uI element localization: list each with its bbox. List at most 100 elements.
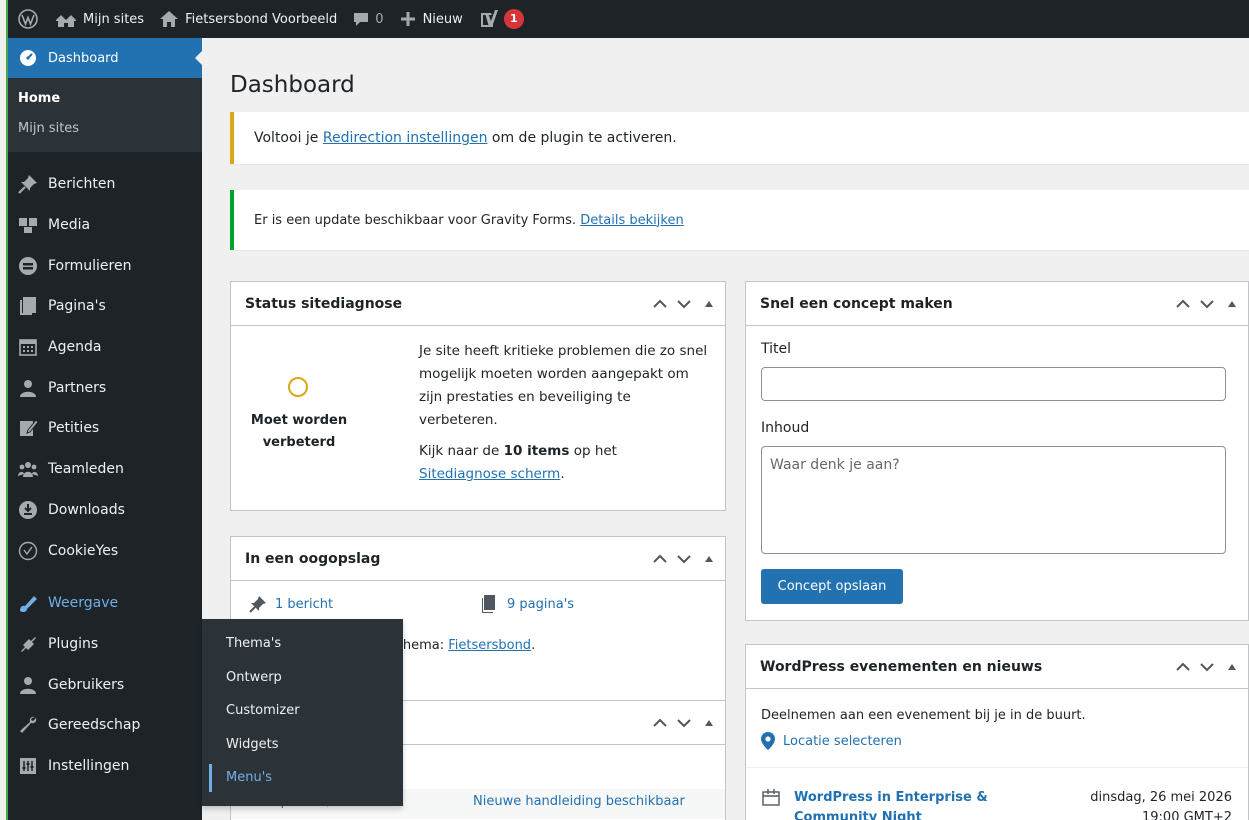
widget-title: Snel een concept maken [760, 295, 953, 312]
user-icon [18, 378, 38, 398]
move-down-icon[interactable] [1200, 299, 1214, 309]
flyout-item-menus[interactable]: Menu's [202, 761, 403, 795]
admin-bar: Mijn sites Fietsersbond Voorbeeld 0 Nieu… [8, 0, 1249, 38]
move-down-icon[interactable] [677, 299, 691, 309]
pages-count-link[interactable]: 9 pagina's [507, 597, 574, 612]
sidebar-item-label: Petities [48, 420, 100, 437]
plus-icon [400, 12, 415, 26]
settings-icon [18, 756, 38, 776]
sidebar-item-label: Formulieren [48, 257, 132, 274]
toggle-panel-icon[interactable] [705, 719, 713, 726]
events-intro: Deelnemen aan een evenement bij je in de… [761, 708, 1086, 723]
redirection-settings-link[interactable]: Redirection instellingen [323, 130, 488, 146]
sidebar-item-label: Pagina's [48, 298, 106, 315]
submenu-home[interactable]: Home [8, 84, 202, 114]
activity-link[interactable]: Nieuwe handleiding beschikbaar [473, 794, 685, 809]
sidebar-item-label: Agenda [48, 339, 102, 356]
my-sites-label: Mijn sites [83, 11, 145, 27]
sidebar-item-plugins[interactable]: Plugins [8, 624, 202, 665]
move-up-icon[interactable] [653, 554, 667, 564]
site-name-menu[interactable]: Fietsersbond Voorbeeld [152, 0, 345, 38]
sidebar-item-formulieren[interactable]: Formulieren [8, 245, 202, 286]
submenu-my-sites[interactable]: Mijn sites [8, 114, 202, 144]
page-title: Dashboard [230, 72, 355, 98]
sidebar-item-dashboard[interactable]: Dashboard [8, 38, 203, 78]
move-up-icon[interactable] [653, 299, 667, 309]
move-up-icon[interactable] [1176, 299, 1190, 309]
new-content-menu[interactable]: Nieuw [392, 0, 471, 38]
sidebar-item-agenda[interactable]: Agenda [8, 327, 202, 368]
location-button[interactable]: Locatie selecteren [761, 732, 902, 750]
sidebar-item-partners[interactable]: Partners [8, 367, 202, 408]
posts-count-link[interactable]: 1 bericht [275, 597, 333, 612]
event-title-link[interactable]: WordPress in Enterprise & Community Nigh… [794, 788, 994, 820]
sidebar-item-petities[interactable]: Petities [8, 408, 202, 449]
sidebar-item-media[interactable]: Media [8, 205, 202, 246]
move-up-icon[interactable] [653, 718, 667, 728]
page-icon [18, 296, 38, 316]
sidebar-item-label: Weergave [48, 595, 119, 612]
flyout-item-themas[interactable]: Thema's [202, 627, 403, 661]
widget-title: Status sitediagnose [245, 295, 403, 312]
dashboard-icon [18, 48, 38, 68]
sidebar-item-label: Gereedschap [48, 717, 141, 734]
move-down-icon[interactable] [1200, 662, 1214, 672]
pages-count-item[interactable]: 9 pagina's [481, 595, 574, 613]
toggle-panel-icon[interactable] [1228, 300, 1236, 307]
notice-text: Er is een update beschikbaar voor Gravit… [254, 212, 684, 228]
sidebar-item-downloads[interactable]: Downloads [8, 490, 202, 531]
comments-menu[interactable]: 0 [345, 0, 391, 38]
content-textarea[interactable]: Waar denk je aan? [761, 446, 1226, 554]
groups-icon [18, 459, 38, 479]
toggle-panel-icon[interactable] [705, 300, 713, 307]
sidebar-item-weergave[interactable]: Weergave [8, 583, 202, 624]
details-link[interactable]: Details bekijken [580, 213, 684, 228]
site-health-widget: Status sitediagnose Moet worden verbeter… [230, 281, 726, 511]
title-input[interactable] [761, 367, 1226, 401]
widget-header: In een oogopslag [231, 537, 725, 581]
wordpress-logo-icon[interactable] [8, 0, 48, 38]
home-icon [160, 11, 179, 27]
sidebar-item-instellingen[interactable]: Instellingen [8, 746, 202, 787]
move-down-icon[interactable] [677, 554, 691, 564]
comment-icon [354, 13, 369, 26]
cookie-icon [18, 541, 38, 561]
page-icon [482, 595, 495, 613]
edit-icon [18, 418, 38, 438]
move-down-icon[interactable] [677, 718, 691, 728]
content-field-label: Inhoud [761, 420, 810, 436]
widget-header: Snel een concept maken [746, 282, 1248, 326]
yoast-menu[interactable]: 1 [471, 0, 532, 38]
sidebar-item-paginas[interactable]: Pagina's [8, 286, 202, 327]
sidebar-item-label: Partners [48, 379, 107, 396]
move-up-icon[interactable] [1176, 662, 1190, 672]
posts-count-item[interactable]: 1 bericht [249, 595, 333, 613]
flyout-item-widgets[interactable]: Widgets [202, 728, 403, 762]
redirection-notice: Voltooi je Redirection instellingen om d… [230, 112, 1249, 164]
save-draft-button[interactable]: Concept opslaan [761, 569, 903, 604]
sidebar-item-label: Media [48, 217, 91, 234]
sidebar-item-teamleden[interactable]: Teamleden [8, 449, 202, 490]
widget-title: WordPress evenementen en nieuws [760, 658, 1043, 675]
sidebar-item-label: Dashboard [48, 50, 119, 66]
sidebar-item-berichten[interactable]: Berichten [8, 164, 202, 205]
sidebar-item-gereedschap[interactable]: Gereedschap [8, 705, 202, 746]
site-health-link[interactable]: Sitediagnose scherm [419, 466, 560, 482]
flyout-item-ontwerp[interactable]: Ontwerp [202, 661, 403, 695]
toggle-panel-icon[interactable] [1228, 663, 1236, 670]
sidebar-item-gebruikers[interactable]: Gebruikers [8, 664, 202, 705]
pin-icon [18, 174, 38, 195]
my-sites-menu[interactable]: Mijn sites [48, 0, 152, 38]
toggle-panel-icon[interactable] [705, 555, 713, 562]
sidebar-item-label: Teamleden [48, 461, 124, 478]
theme-link[interactable]: Fietsersbond [448, 638, 531, 653]
calendar-event-icon [762, 788, 780, 810]
sidebar-item-label: Instellingen [48, 757, 130, 774]
sidebar-item-label: Gebruikers [48, 676, 125, 693]
health-status-label: Moet worden verbeterd [250, 413, 348, 450]
appearance-flyout-menu: Thema's Ontwerp Customizer Widgets Menu's [202, 619, 403, 806]
wrench-icon [18, 715, 38, 735]
sidebar-item-cookieyes[interactable]: CookieYes [8, 530, 202, 571]
sidebar-item-label: Berichten [48, 176, 116, 193]
flyout-item-customizer[interactable]: Customizer [202, 694, 403, 728]
